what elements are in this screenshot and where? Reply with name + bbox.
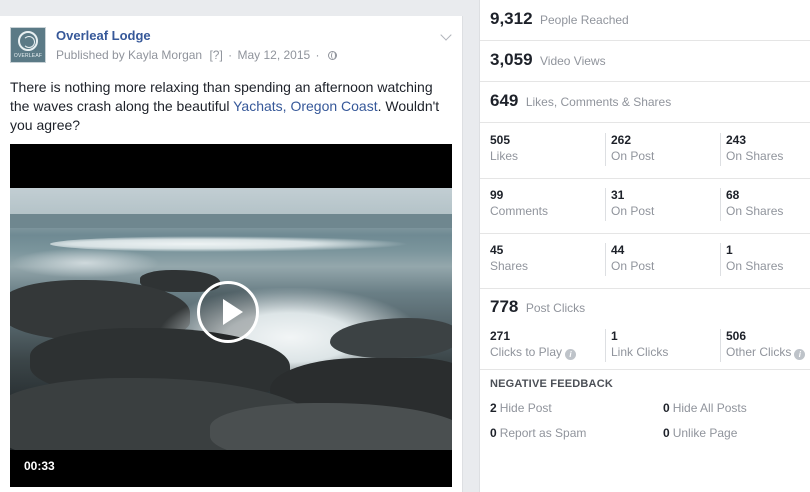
post-card: OVERLEAF Overleaf Lodge Published by Kay… — [0, 16, 463, 492]
comments-total: 99 Comments — [490, 188, 548, 221]
comments-on-post-value: 31 — [611, 188, 625, 202]
video-views-value: 3,059 — [490, 50, 533, 69]
video-player[interactable]: 00:33 — [10, 144, 452, 487]
globe-icon[interactable] — [327, 51, 337, 60]
shares-on-shares-label: On Shares — [726, 259, 784, 273]
likes-total-value: 505 — [490, 133, 511, 147]
negative-feedback-heading: NEGATIVE FEEDBACK — [490, 378, 613, 390]
comments-total-value: 99 — [490, 188, 504, 202]
other-clicks: 506 Other Clicks i — [720, 329, 806, 362]
hide-all-value: 0 — [663, 401, 670, 415]
video-duration: 00:33 — [24, 459, 55, 473]
meta-separator-2: · — [315, 48, 320, 62]
hide-all-label: Hide All Posts — [672, 401, 747, 415]
spam-value: 0 — [490, 426, 497, 440]
shares-row: 45 Shares 44 On Post 1 On Shares — [480, 234, 810, 289]
clicks-row: 271 Clicks to Play i 1 Link Clicks 506 Ot… — [480, 320, 810, 370]
hide-post-stat: 2 Hide Post — [490, 401, 552, 415]
shares-on-shares-value: 1 — [726, 243, 733, 257]
hide-all-stat: 0 Hide All Posts — [663, 401, 747, 415]
likes-on-shares: 243 On Shares — [720, 133, 783, 166]
post-clicks-label: Post Clicks — [525, 301, 586, 315]
likes-total-label: Likes — [490, 149, 519, 163]
page-avatar[interactable]: OVERLEAF — [10, 27, 46, 63]
link-clicks-value: 1 — [611, 329, 618, 343]
shares-total: 45 Shares — [490, 243, 528, 276]
people-reached-value: 9,312 — [490, 9, 533, 28]
likes-on-shares-value: 243 — [726, 133, 747, 147]
post-date[interactable]: May 12, 2015 — [237, 48, 310, 62]
clicks-to-play-value: 271 — [490, 329, 511, 343]
comments-on-shares-label: On Shares — [726, 204, 784, 218]
info-icon[interactable]: i — [794, 349, 806, 360]
link-clicks: 1 Link Clicks — [605, 329, 668, 362]
other-clicks-value: 506 — [726, 329, 747, 343]
unlike-label: Unlike Page — [672, 426, 738, 440]
people-reached-stat: 9,312 People Reached — [480, 0, 810, 41]
location-link[interactable]: Yachats, Oregon Coast — [233, 98, 377, 114]
insights-panel: 9,312 People Reached 3,059 Video Views 6… — [479, 0, 810, 492]
hide-post-label: Hide Post — [499, 401, 552, 415]
play-button-icon[interactable] — [197, 281, 259, 343]
likes-total: 505 Likes — [490, 133, 518, 166]
engagement-label: Likes, Comments & Shares — [525, 95, 672, 109]
chevron-down-icon[interactable] — [440, 29, 452, 41]
comments-total-label: Comments — [490, 204, 549, 218]
likes-on-post: 262 On Post — [605, 133, 654, 166]
avatar-logo-text: OVERLEAF — [13, 53, 43, 59]
link-clicks-label: Link Clicks — [611, 345, 669, 359]
spam-stat: 0 Report as Spam — [490, 426, 586, 440]
shares-total-value: 45 — [490, 243, 504, 257]
post-clicks-value: 778 — [490, 297, 519, 316]
comments-on-post: 31 On Post — [605, 188, 654, 221]
shares-total-label: Shares — [490, 259, 529, 273]
post-header: OVERLEAF Overleaf Lodge Published by Kay… — [10, 27, 452, 67]
help-marker[interactable]: [?] — [209, 48, 222, 62]
likes-row: 505 Likes 262 On Post 243 On Shares — [480, 124, 810, 179]
shares-on-post-value: 44 — [611, 243, 625, 257]
lodge-logo-icon — [18, 31, 38, 51]
comments-on-shares: 68 On Shares — [720, 188, 783, 221]
spam-label: Report as Spam — [499, 426, 587, 440]
likes-on-post-label: On Post — [611, 149, 655, 163]
comments-row: 99 Comments 31 On Post 68 On Shares — [480, 179, 810, 234]
video-views-stat: 3,059 Video Views — [480, 41, 810, 82]
shares-on-post-label: On Post — [611, 259, 655, 273]
likes-on-post-value: 262 — [611, 133, 632, 147]
comments-on-shares-value: 68 — [726, 188, 740, 202]
clicks-to-play-label: Clicks to Play i — [490, 345, 577, 360]
unlike-stat: 0 Unlike Page — [663, 426, 737, 440]
comments-on-post-label: On Post — [611, 204, 655, 218]
engagement-value: 649 — [490, 91, 519, 110]
hide-post-value: 2 — [490, 401, 497, 415]
video-views-label: Video Views — [540, 54, 606, 68]
engagement-stat: 649 Likes, Comments & Shares — [480, 82, 810, 123]
shares-on-shares: 1 On Shares — [720, 243, 783, 276]
other-clicks-label: Other Clicks i — [726, 345, 806, 360]
likes-on-shares-label: On Shares — [726, 149, 784, 163]
page-name-link[interactable]: Overleaf Lodge — [56, 28, 151, 43]
post-body: There is nothing more relaxing than spen… — [10, 78, 450, 135]
unlike-value: 0 — [663, 426, 670, 440]
published-by[interactable]: Published by Kayla Morgan — [56, 48, 202, 62]
clicks-to-play: 271 Clicks to Play i — [490, 329, 577, 362]
post-meta: Published by Kayla Morgan [?] · May 12, … — [56, 48, 337, 62]
shares-on-post: 44 On Post — [605, 243, 654, 276]
meta-separator: · — [228, 48, 233, 62]
people-reached-label: People Reached — [540, 13, 629, 27]
info-icon[interactable]: i — [565, 349, 577, 360]
